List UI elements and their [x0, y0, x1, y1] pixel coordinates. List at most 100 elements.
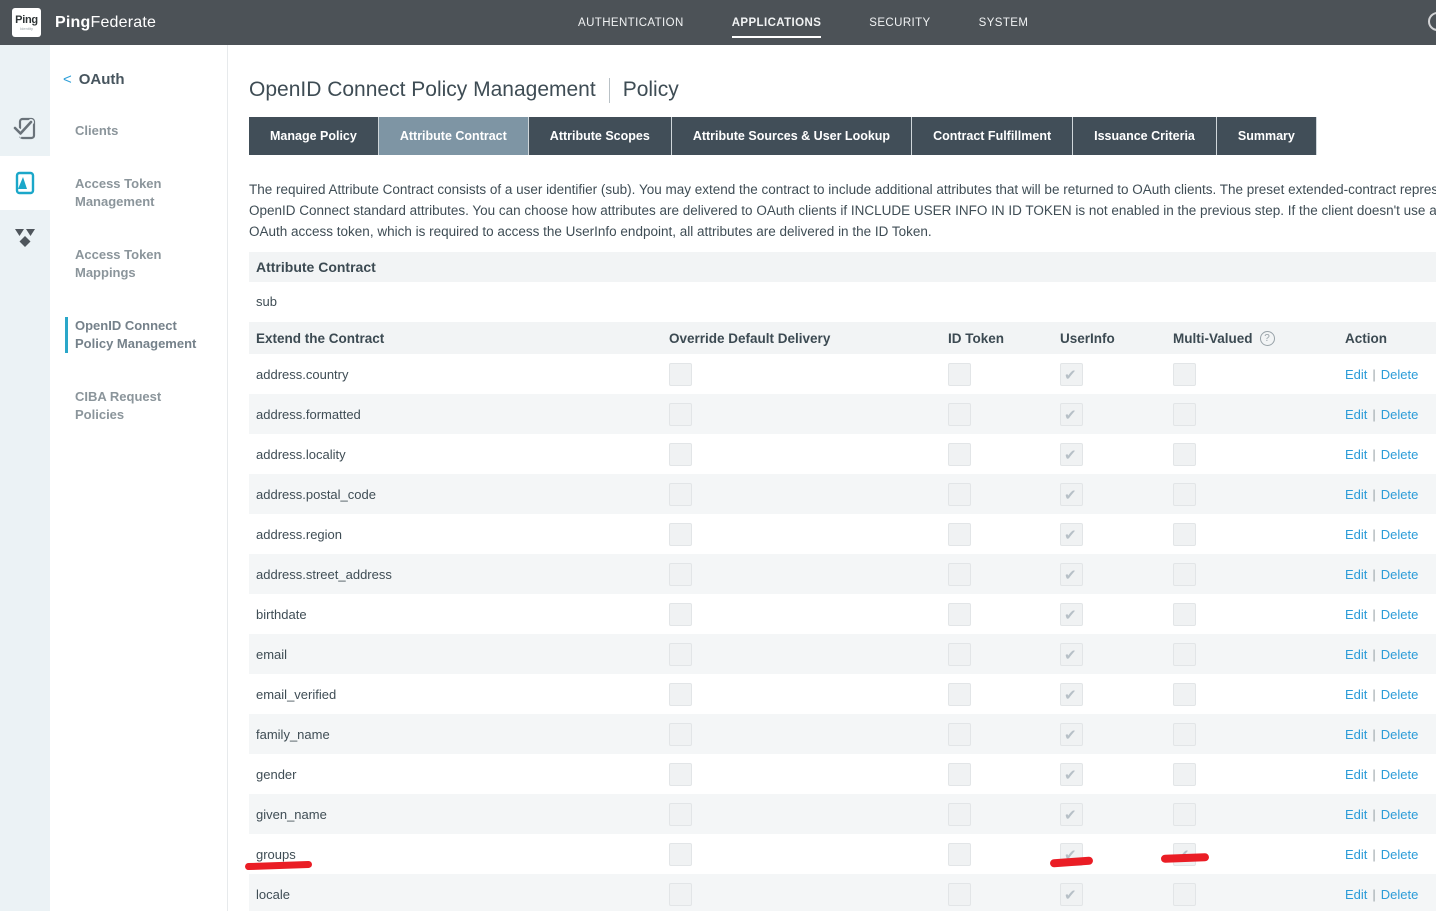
delete-link[interactable]: Delete	[1381, 367, 1419, 382]
delete-link[interactable]: Delete	[1381, 527, 1419, 542]
user-info-checkbox[interactable]	[1060, 643, 1083, 666]
sidebar-item-ciba-request-policies[interactable]: CIBA Request Policies	[50, 388, 210, 424]
security-icon[interactable]	[0, 210, 50, 264]
nav-item-security[interactable]: SECURITY	[869, 17, 930, 29]
id-token-checkbox[interactable]	[948, 643, 971, 666]
delete-link[interactable]: Delete	[1381, 687, 1419, 702]
edit-link[interactable]: Edit	[1345, 687, 1367, 702]
user-info-checkbox[interactable]	[1060, 803, 1083, 826]
sidebar-item-openid-connect-policy-management[interactable]: OpenID Connect Policy Management	[65, 317, 215, 353]
edit-link[interactable]: Edit	[1345, 447, 1367, 462]
id-token-checkbox[interactable]	[948, 723, 971, 746]
multi-valued-checkbox[interactable]	[1173, 883, 1196, 906]
multi-valued-checkbox[interactable]	[1173, 523, 1196, 546]
override-default-delivery-checkbox[interactable]	[669, 723, 692, 746]
user-info-checkbox[interactable]	[1060, 523, 1083, 546]
override-default-delivery-checkbox[interactable]	[669, 483, 692, 506]
override-default-delivery-checkbox[interactable]	[669, 763, 692, 786]
delete-link[interactable]: Delete	[1381, 767, 1419, 782]
id-token-checkbox[interactable]	[948, 403, 971, 426]
id-token-checkbox[interactable]	[948, 443, 971, 466]
user-info-checkbox[interactable]	[1060, 883, 1083, 906]
edit-link[interactable]: Edit	[1345, 647, 1367, 662]
sidebar-item-access-token-mappings[interactable]: Access Token Mappings	[50, 246, 210, 282]
tab-attribute-scopes[interactable]: Attribute Scopes	[529, 117, 672, 155]
user-info-checkbox[interactable]	[1060, 483, 1083, 506]
edit-link[interactable]: Edit	[1345, 367, 1367, 382]
applications-icon[interactable]	[0, 156, 50, 210]
id-token-checkbox[interactable]	[948, 523, 971, 546]
id-token-checkbox[interactable]	[948, 363, 971, 386]
override-default-delivery-checkbox[interactable]	[669, 643, 692, 666]
edit-link[interactable]: Edit	[1345, 607, 1367, 622]
id-token-checkbox[interactable]	[948, 683, 971, 706]
delete-link[interactable]: Delete	[1381, 727, 1419, 742]
edit-link[interactable]: Edit	[1345, 847, 1367, 862]
tab-contract-fulfillment[interactable]: Contract Fulfillment	[912, 117, 1073, 155]
multi-valued-checkbox[interactable]	[1173, 603, 1196, 626]
question-circle-icon[interactable]: ?	[1260, 331, 1275, 346]
id-token-checkbox[interactable]	[948, 883, 971, 906]
multi-valued-checkbox[interactable]	[1173, 723, 1196, 746]
edit-link[interactable]: Edit	[1345, 767, 1367, 782]
delete-link[interactable]: Delete	[1381, 847, 1419, 862]
tab-summary[interactable]: Summary	[1217, 117, 1317, 155]
override-default-delivery-checkbox[interactable]	[669, 563, 692, 586]
override-default-delivery-checkbox[interactable]	[669, 403, 692, 426]
multi-valued-checkbox[interactable]	[1173, 443, 1196, 466]
edit-link[interactable]: Edit	[1345, 887, 1367, 902]
multi-valued-checkbox[interactable]	[1173, 363, 1196, 386]
override-default-delivery-checkbox[interactable]	[669, 803, 692, 826]
user-info-checkbox[interactable]	[1060, 403, 1083, 426]
override-default-delivery-checkbox[interactable]	[669, 523, 692, 546]
user-info-checkbox[interactable]	[1060, 443, 1083, 466]
edit-link[interactable]: Edit	[1345, 567, 1367, 582]
edit-link[interactable]: Edit	[1345, 487, 1367, 502]
tab-attribute-contract[interactable]: Attribute Contract	[379, 117, 529, 155]
edit-link[interactable]: Edit	[1345, 407, 1367, 422]
override-default-delivery-checkbox[interactable]	[669, 603, 692, 626]
nav-item-applications[interactable]: APPLICATIONS	[732, 17, 822, 29]
tab-issuance-criteria[interactable]: Issuance Criteria	[1073, 117, 1217, 155]
override-default-delivery-checkbox[interactable]	[669, 683, 692, 706]
user-info-checkbox[interactable]	[1060, 723, 1083, 746]
override-default-delivery-checkbox[interactable]	[669, 883, 692, 906]
delete-link[interactable]: Delete	[1381, 607, 1419, 622]
sidebar-item-clients[interactable]: Clients	[50, 122, 210, 140]
id-token-checkbox[interactable]	[948, 483, 971, 506]
id-token-checkbox[interactable]	[948, 563, 971, 586]
edit-link[interactable]: Edit	[1345, 807, 1367, 822]
multi-valued-checkbox[interactable]	[1173, 483, 1196, 506]
ping-identity-logo[interactable]: Ping Identity	[12, 8, 41, 37]
user-info-checkbox[interactable]	[1060, 763, 1083, 786]
delete-link[interactable]: Delete	[1381, 887, 1419, 902]
search-icon[interactable]	[1428, 12, 1436, 31]
multi-valued-checkbox[interactable]	[1173, 563, 1196, 586]
edit-link[interactable]: Edit	[1345, 727, 1367, 742]
multi-valued-checkbox[interactable]	[1173, 683, 1196, 706]
id-token-checkbox[interactable]	[948, 803, 971, 826]
user-info-checkbox[interactable]	[1060, 603, 1083, 626]
sidebar-back-oauth[interactable]: <OAuth	[50, 71, 227, 89]
edit-link[interactable]: Edit	[1345, 527, 1367, 542]
override-default-delivery-checkbox[interactable]	[669, 843, 692, 866]
multi-valued-checkbox[interactable]	[1173, 763, 1196, 786]
authentication-icon[interactable]	[0, 102, 50, 156]
delete-link[interactable]: Delete	[1381, 407, 1419, 422]
user-info-checkbox[interactable]	[1060, 563, 1083, 586]
delete-link[interactable]: Delete	[1381, 807, 1419, 822]
multi-valued-checkbox[interactable]	[1173, 643, 1196, 666]
override-default-delivery-checkbox[interactable]	[669, 363, 692, 386]
nav-item-system[interactable]: SYSTEM	[979, 17, 1029, 29]
delete-link[interactable]: Delete	[1381, 647, 1419, 662]
multi-valued-checkbox[interactable]	[1173, 403, 1196, 426]
multi-valued-checkbox[interactable]	[1173, 803, 1196, 826]
id-token-checkbox[interactable]	[948, 843, 971, 866]
delete-link[interactable]: Delete	[1381, 487, 1419, 502]
nav-item-authentication[interactable]: AUTHENTICATION	[578, 17, 684, 29]
id-token-checkbox[interactable]	[948, 603, 971, 626]
tab-manage-policy[interactable]: Manage Policy	[249, 117, 379, 155]
override-default-delivery-checkbox[interactable]	[669, 443, 692, 466]
user-info-checkbox[interactable]	[1060, 363, 1083, 386]
sidebar-item-access-token-management[interactable]: Access Token Management	[50, 175, 210, 211]
